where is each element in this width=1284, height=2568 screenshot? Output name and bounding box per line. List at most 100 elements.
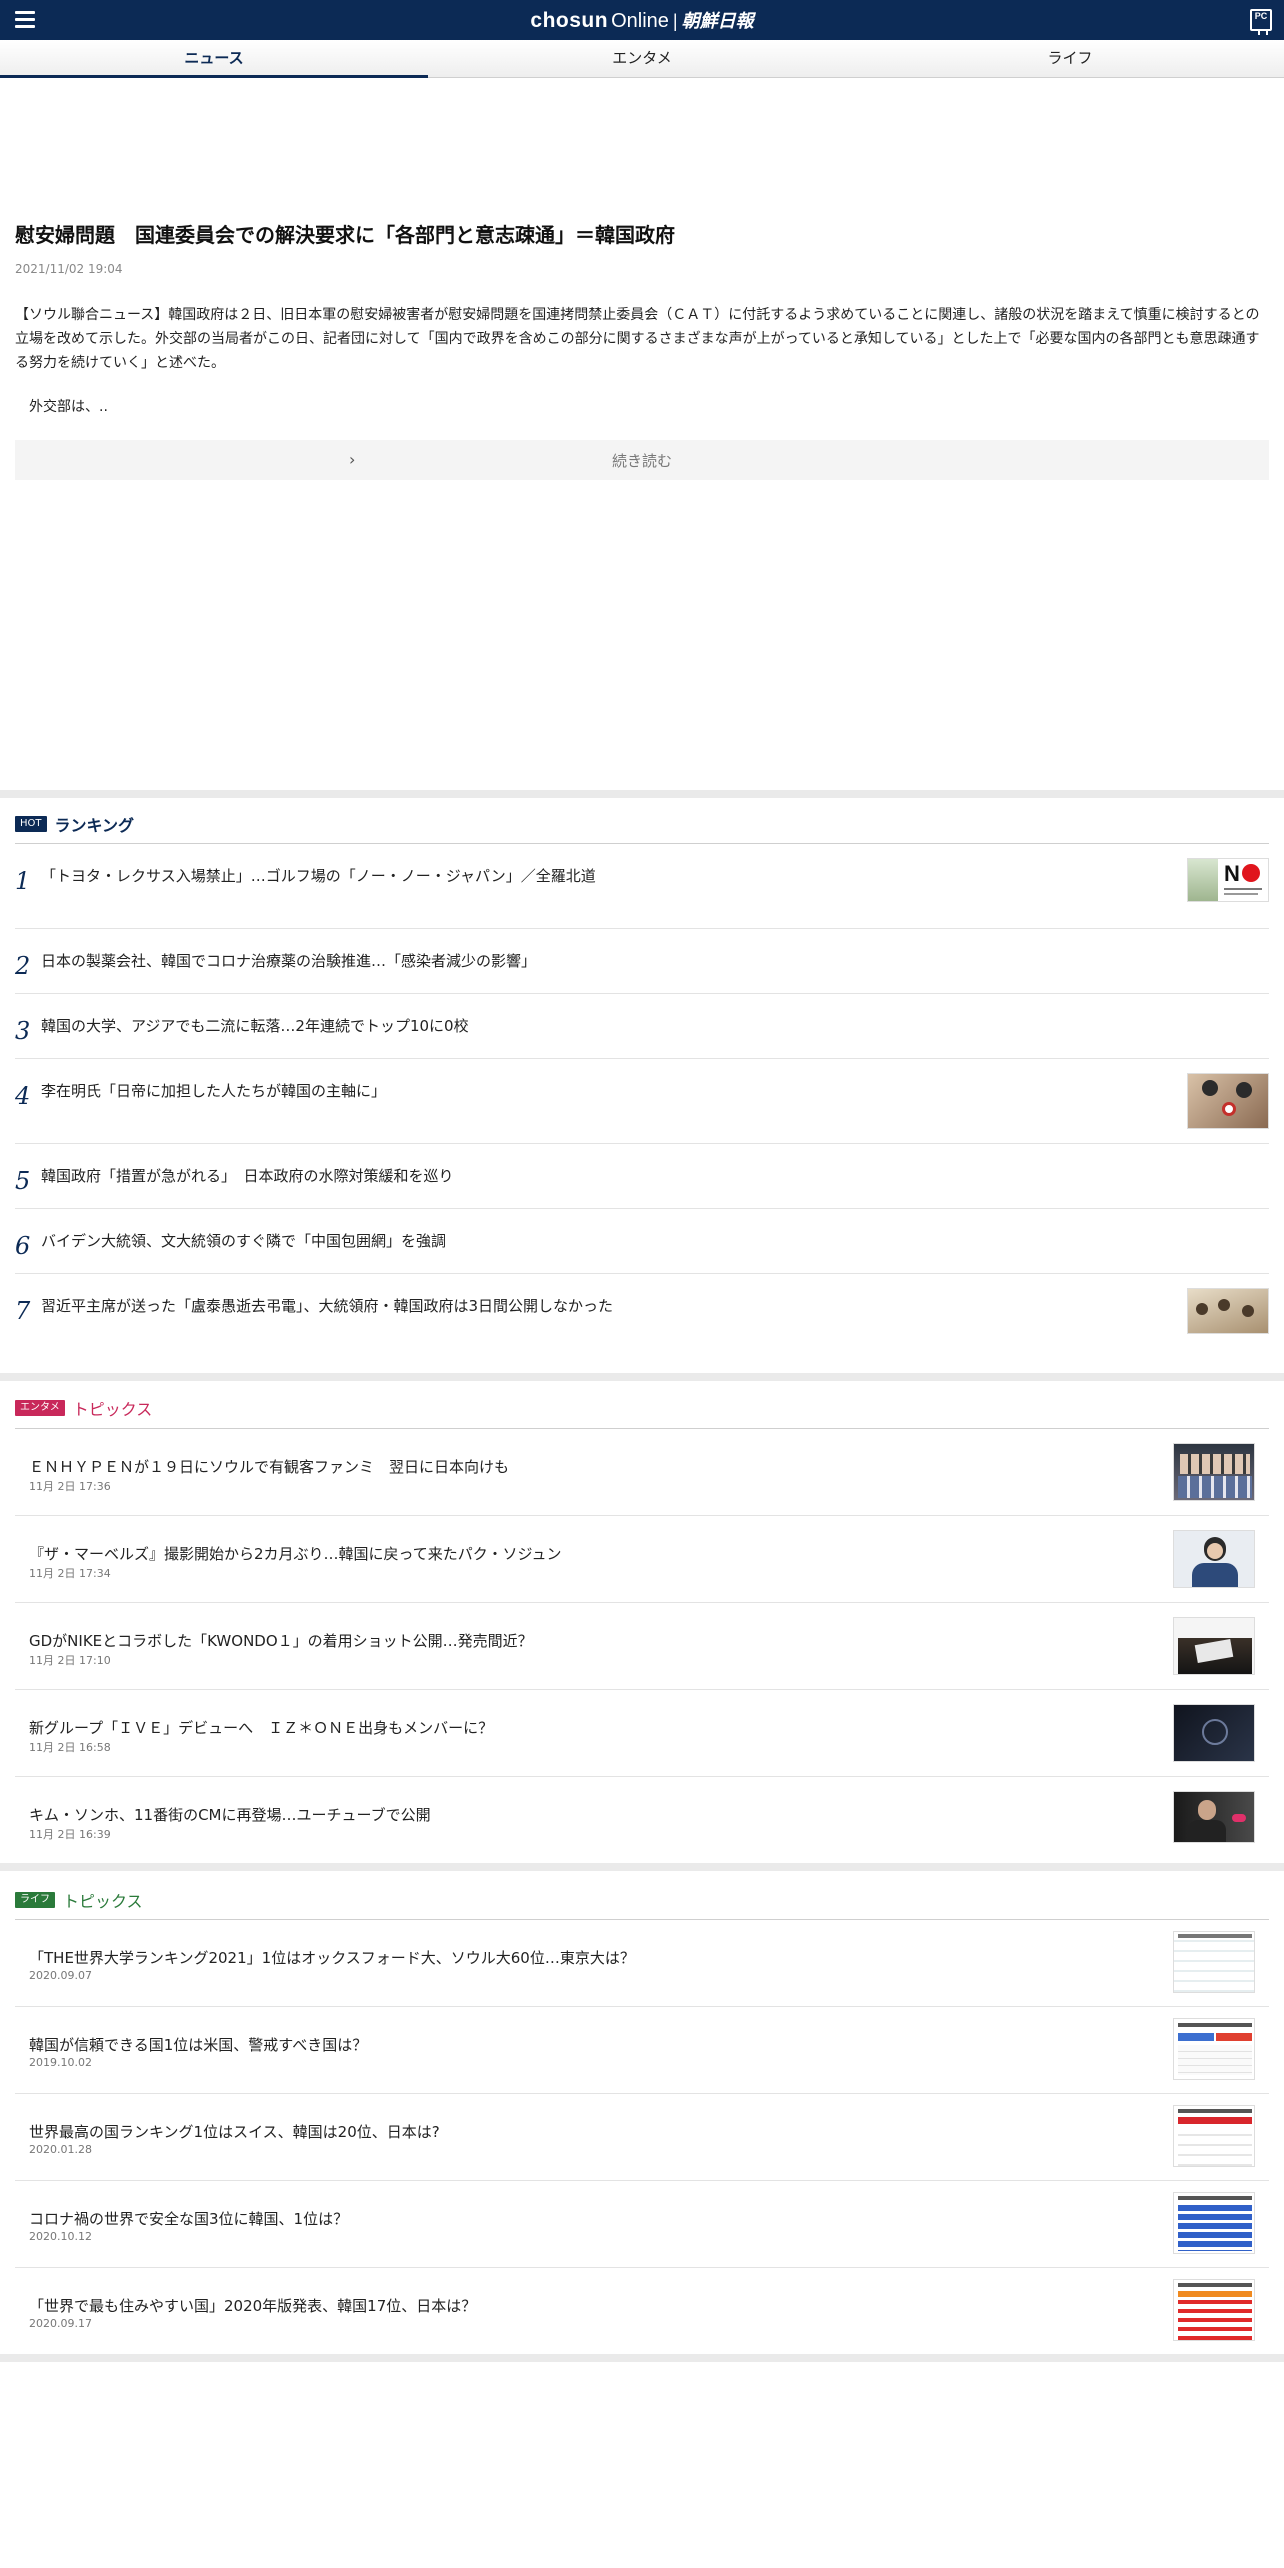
topic-thumbnail <box>1173 2105 1255 2167</box>
tab-life[interactable]: ライフ <box>856 40 1284 77</box>
section-divider <box>0 790 1284 798</box>
topic-thumbnail <box>1173 1530 1255 1588</box>
tab-news[interactable]: ニュース <box>0 40 428 78</box>
pc-version-icon[interactable]: PC <box>1250 9 1272 35</box>
logo-brand: chosun <box>530 9 609 32</box>
ranking-thumbnail <box>1187 1288 1269 1334</box>
entame-title: トピックス <box>72 1400 153 1419</box>
topic-title: 「世界で最も住みやすい国」2020年版発表、韓国17位、日本は？ <box>29 2297 477 2315</box>
life-title: トピックス <box>63 1892 143 1911</box>
site-logo[interactable]: chosun Online | 朝鮮日報 <box>0 7 1284 35</box>
life-topic-item[interactable]: 世界最高の国ランキング1位はスイス、韓国は20位、日本は? 2020.01.28 <box>15 2093 1269 2180</box>
topic-date: 2020.01.28 <box>29 2143 92 2156</box>
topic-title: ＥＮＨＹＰＥＮが１９日にソウルで有観客ファンミ 翌日に日本向けも <box>29 1458 510 1476</box>
read-more-button[interactable]: › 続き読む <box>15 440 1269 480</box>
entame-topic-item[interactable]: キム・ソンホ、11番街のCMに再登場…ユーチューブで公開 11月 2日 16:3… <box>15 1776 1269 1863</box>
section-divider <box>0 2354 1284 2362</box>
topic-title: キム・ソンホ、11番街のCMに再登場…ユーチューブで公開 <box>29 1806 431 1824</box>
ranking-separator <box>15 993 1269 994</box>
topic-date: 2020.09.17 <box>29 2317 92 2330</box>
rank-number: 4 <box>15 1082 31 1110</box>
topic-date: 11月 2日 16:39 <box>29 1828 111 1841</box>
topic-date: 2019.10.02 <box>29 2056 92 2069</box>
ranking-separator <box>15 928 1269 929</box>
logo-online: Online <box>611 10 669 32</box>
topic-title: 新グループ「ＩＶＥ」デビューへ ＩＺ＊ＯＮＥ出身もメンバーに？ <box>29 1719 494 1737</box>
entame-topic-item[interactable]: 新グループ「ＩＶＥ」デビューへ ＩＺ＊ＯＮＥ出身もメンバーに？ 11月 2日 1… <box>15 1689 1269 1776</box>
topic-title: コロナ禍の世界で安全な国3位に韓国、1位は？ <box>29 2210 349 2228</box>
read-more-label: 続き読む <box>611 452 672 470</box>
rank-number: 6 <box>15 1232 31 1260</box>
rank-number: 1 <box>15 867 31 895</box>
article-excerpt-tail: 外交部は、.. <box>29 399 108 415</box>
entame-heading: エンタメ トピックス <box>15 1396 152 1420</box>
topic-date: 11月 2日 17:10 <box>29 1654 111 1667</box>
rank-title: 韓国の大学、アジアでも二流に転落…2年連続でトップ10に0校 <box>41 1017 469 1035</box>
ranking-separator <box>15 1208 1269 1209</box>
topic-thumbnail <box>1173 1791 1255 1843</box>
ranking-separator <box>15 1143 1269 1144</box>
ranking-item-3[interactable]: 3 韓国の大学、アジアでも二流に転落…2年連続でトップ10に0校 <box>15 1008 1269 1058</box>
topic-date: 2020.10.12 <box>29 2230 92 2243</box>
life-topic-item[interactable]: コロナ禍の世界で安全な国3位に韓国、1位は？ 2020.10.12 <box>15 2180 1269 2267</box>
ranking-item-1[interactable]: 1 「トヨタ・レクサス入場禁止」…ゴルフ場の「ノー・ノー・ジャパン」／全羅北道 … <box>15 858 1269 928</box>
topic-thumbnail <box>1173 1617 1255 1675</box>
rank-number: 3 <box>15 1017 31 1045</box>
topic-date: 11月 2日 16:58 <box>29 1741 111 1754</box>
rank-number: 7 <box>15 1297 31 1325</box>
section-divider <box>0 1373 1284 1381</box>
top-header: chosun Online | 朝鮮日報 PC <box>0 0 1284 40</box>
category-tabs: ニュース エンタメ ライフ <box>0 40 1284 78</box>
life-topic-item[interactable]: 韓国が信頼できる国1位は米国、警戒すべき国は？ 2019.10.02 <box>15 2006 1269 2093</box>
topic-title: 「THE世界大学ランキング2021」1位はオックスフォード大、ソウル大60位…東… <box>29 1949 635 1967</box>
entame-topic-item[interactable]: GDがNIKEとコラボした「KWONDO１」の着用ショット公開…発売間近？ 11… <box>15 1602 1269 1689</box>
ranking-thumbnail: N <box>1187 858 1269 902</box>
tab-entame[interactable]: エンタメ <box>428 40 856 77</box>
topic-thumbnail <box>1173 2279 1255 2341</box>
topic-title: 世界最高の国ランキング1位はスイス、韓国は20位、日本は? <box>29 2123 440 2141</box>
rank-title: 「トヨタ・レクサス入場禁止」…ゴルフ場の「ノー・ノー・ジャパン」／全羅北道 <box>41 867 596 885</box>
ranking-item-6[interactable]: 6 バイデン大統領、文大統領のすぐ隣で「中国包囲網」を強調 <box>15 1223 1269 1273</box>
topic-title: 『ザ・マーベルズ』撮影開始から2カ月ぶり…韓国に戻って来たパク・ソジュン <box>29 1545 562 1563</box>
ranking-separator <box>15 1058 1269 1059</box>
life-topic-item[interactable]: 「世界で最も住みやすい国」2020年版発表、韓国17位、日本は？ 2020.09… <box>15 2267 1269 2354</box>
ranking-item-2[interactable]: 2 日本の製薬会社、韓国でコロナ治療薬の治験推進…「感染者減少の影響」 <box>15 943 1269 993</box>
article-date: 2021/11/02 19:04 <box>15 262 123 276</box>
life-topic-item[interactable]: 「THE世界大学ランキング2021」1位はオックスフォード大、ソウル大60位…東… <box>15 1919 1269 2006</box>
logo-separator: | <box>672 11 678 31</box>
topic-date: 11月 2日 17:36 <box>29 1480 111 1493</box>
ranking-heading: HOT ランキング <box>15 812 134 836</box>
logo-kanji: 朝鮮日報 <box>681 11 754 32</box>
entame-topic-item[interactable]: ＥＮＨＹＰＥＮが１９日にソウルで有観客ファンミ 翌日に日本向けも 11月 2日 … <box>15 1428 1269 1515</box>
ranking-item-7[interactable]: 7 習近平主席が送った「盧泰愚逝去弔電」、大統領府・韓国政府は3日間公開しなかっ… <box>15 1288 1269 1338</box>
article-body: 【ソウル聯合ニュース】韓国政府は２日、旧日本軍の慰安婦被害者が慰安婦問題を国連拷… <box>15 307 1260 371</box>
topic-thumbnail <box>1173 1704 1255 1762</box>
topic-date: 11月 2日 17:34 <box>29 1567 111 1580</box>
entame-topic-item[interactable]: 『ザ・マーベルズ』撮影開始から2カ月ぶり…韓国に戻って来たパク・ソジュン 11月… <box>15 1515 1269 1602</box>
entame-badge: エンタメ <box>15 1400 65 1416</box>
ranking-thumbnail <box>1187 1073 1269 1129</box>
topic-title: GDがNIKEとコラボした「KWONDO１」の着用ショット公開…発売間近？ <box>29 1632 533 1650</box>
topic-thumbnail <box>1173 2018 1255 2080</box>
ranking-item-5[interactable]: 5 韓国政府「措置が急がれる」 日本政府の水際対策緩和を巡り <box>15 1158 1269 1208</box>
rank-title: 習近平主席が送った「盧泰愚逝去弔電」、大統領府・韓国政府は3日間公開しなかった <box>41 1297 614 1315</box>
hot-badge: HOT <box>15 816 47 832</box>
rank-title: バイデン大統領、文大統領のすぐ隣で「中国包囲網」を強調 <box>41 1232 447 1250</box>
rank-title: 李在明氏「日帝に加担した人たちが韓国の主軸に」 <box>41 1082 387 1100</box>
rank-title: 韓国政府「措置が急がれる」 日本政府の水際対策緩和を巡り <box>41 1167 454 1185</box>
ranking-heading-rule <box>15 843 1269 844</box>
life-heading: ライフ トピックス <box>15 1888 143 1912</box>
ranking-separator <box>15 1273 1269 1274</box>
article-title[interactable]: 慰安婦問題 国連委員会での解決要求に「各部門と意志疎通」＝韓国政府 <box>15 220 1269 250</box>
life-badge: ライフ <box>15 1892 55 1908</box>
topic-thumbnail <box>1173 1931 1255 1993</box>
rank-title: 日本の製薬会社、韓国でコロナ治療薬の治験推進…「感染者減少の影響」 <box>41 952 537 970</box>
topic-date: 2020.09.07 <box>29 1969 92 1982</box>
topic-thumbnail <box>1173 1443 1255 1501</box>
ranking-title: ランキング <box>54 816 135 835</box>
rank-number: 2 <box>15 952 31 980</box>
topic-title: 韓国が信頼できる国1位は米国、警戒すべき国は？ <box>29 2036 368 2054</box>
ranking-item-4[interactable]: 4 李在明氏「日帝に加担した人たちが韓国の主軸に」 <box>15 1073 1269 1143</box>
rank-number: 5 <box>15 1167 31 1195</box>
topic-thumbnail <box>1173 2192 1255 2254</box>
